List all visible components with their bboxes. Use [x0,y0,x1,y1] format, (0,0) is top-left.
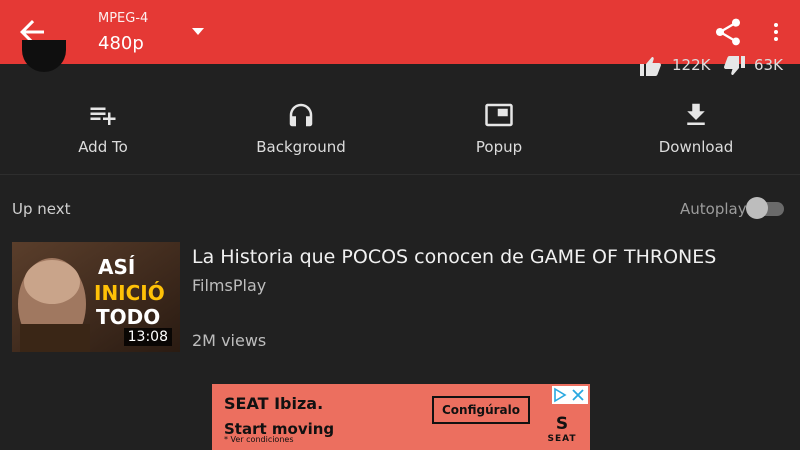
popup-icon [485,103,513,127]
ad-cta-button[interactable]: Configúralo [432,396,530,424]
video-thumbnail[interactable]: ASÍ INICIÓ TODO 13:08 [12,242,180,352]
action-bar: Add To Background Popup Download [0,96,800,166]
ad-choices-icon[interactable] [552,386,588,404]
popup-label: Popup [475,138,523,156]
seat-logo-mark: S [555,414,569,434]
more-vert-icon[interactable] [764,14,788,50]
video-views: 2M views [192,331,267,350]
video-channel[interactable]: FilmsPlay [192,276,266,295]
share-icon[interactable] [712,14,744,50]
ad-conditions: * Ver condiciones [224,434,294,444]
seat-logo-text: SEAT [547,434,577,444]
format-label: MPEG-4 [98,11,149,26]
channel-avatar[interactable] [22,40,66,72]
resolution-selector[interactable]: 480p [98,33,144,54]
video-title[interactable]: La Historia que POCOS conocen de GAME OF… [192,246,716,268]
toggle-thumb [746,197,768,219]
divider [0,174,800,175]
add-to-label: Add To [78,138,128,156]
thumb-text-1: ASÍ [98,255,135,279]
ad-brand: SEAT Ibiza. [224,394,324,413]
thumb-up-icon[interactable] [636,56,664,76]
download-label: Download [658,138,734,156]
download-icon [687,103,705,125]
download-button[interactable]: Download [626,96,766,156]
popup-button[interactable]: Popup [429,96,569,156]
background-button[interactable]: Background [231,96,371,156]
headphones-icon [289,103,313,127]
thumb-down-icon[interactable] [722,56,748,76]
up-next-label: Up next [12,200,71,218]
autoplay-toggle[interactable] [746,197,784,219]
dislike-count: 63K [754,56,783,74]
autoplay-label: Autoplay [680,200,747,218]
thumb-text-2: INICIÓ [94,281,165,305]
seat-logo: S SEAT [544,414,580,448]
like-count: 122K [672,56,711,74]
ad-banner[interactable]: SEAT Ibiza. Start moving * Ver condicion… [212,384,590,450]
playlist-add-icon [90,107,116,125]
video-duration: 13:08 [123,328,172,346]
thumb-text-3: TODO [96,305,160,329]
background-label: Background [256,138,346,156]
dropdown-triangle-icon[interactable] [190,25,206,39]
add-to-button[interactable]: Add To [33,96,173,156]
top-app-bar: MPEG-4 480p [0,0,800,64]
